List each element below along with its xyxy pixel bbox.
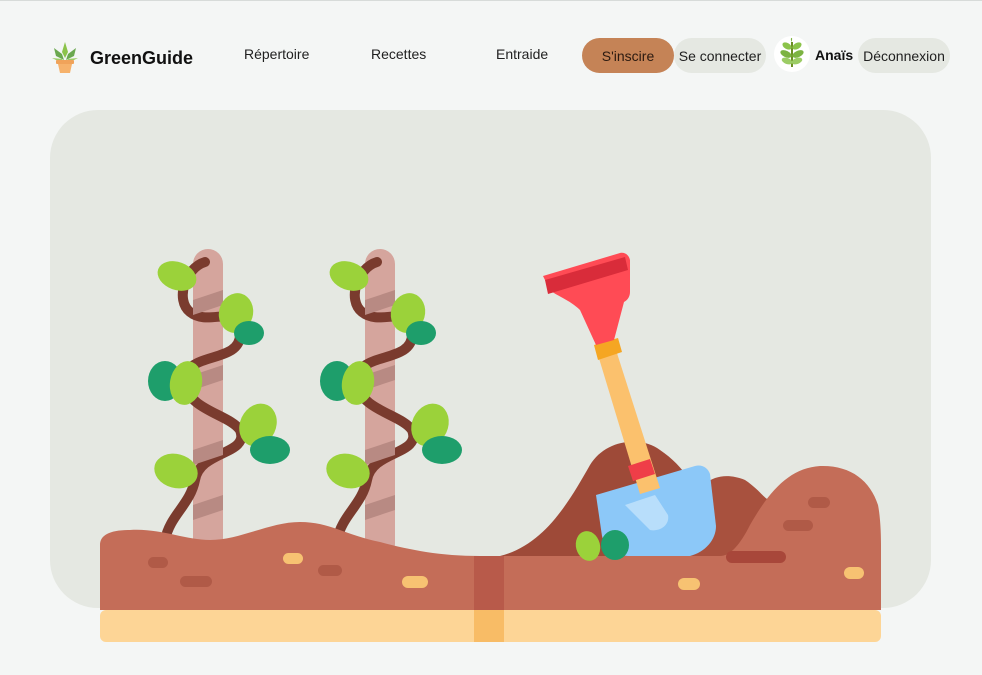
climbing-plant-icon: [320, 249, 462, 559]
climbing-plant-icon: [148, 249, 290, 559]
garden-illustration: [100, 249, 881, 642]
